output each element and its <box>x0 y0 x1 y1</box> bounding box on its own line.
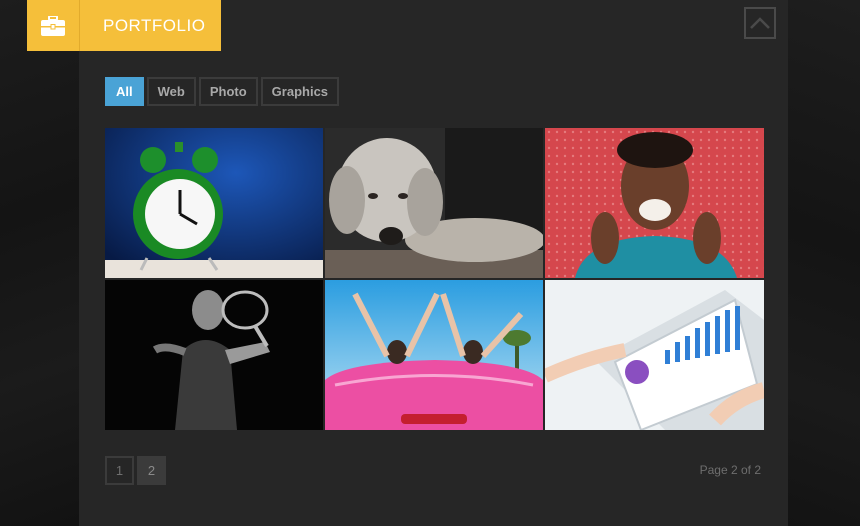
pagination: 1 2 <box>105 456 166 485</box>
portfolio-item-tablet-chart[interactable] <box>545 280 764 430</box>
excited-woman-photo <box>545 128 764 278</box>
portfolio-item-tennis-player[interactable] <box>105 280 323 430</box>
portfolio-badge: PORTFOLIO <box>27 0 221 51</box>
portfolio-grid <box>105 128 764 430</box>
page-1-button[interactable]: 1 <box>105 456 134 485</box>
portfolio-filters: All Web Photo Graphics <box>105 77 340 106</box>
filter-graphics-button[interactable]: Graphics <box>260 77 340 106</box>
convertible-car-photo <box>325 280 543 430</box>
tablet-chart-photo <box>545 280 764 430</box>
page-title: PORTFOLIO <box>103 15 206 35</box>
filter-web-button[interactable]: Web <box>146 77 196 106</box>
portfolio-item-dog[interactable] <box>325 128 543 278</box>
briefcase-icon <box>27 0 80 51</box>
scroll-top-button[interactable] <box>744 7 776 39</box>
portfolio-item-excited-woman[interactable] <box>545 128 764 278</box>
filter-photo-button[interactable]: Photo <box>198 77 258 106</box>
alarm-clock-photo <box>105 128 323 278</box>
portfolio-item-alarm-clock[interactable] <box>105 128 323 278</box>
filter-all-button[interactable]: All <box>105 77 144 106</box>
chevron-up-icon <box>750 17 770 29</box>
page-2-button[interactable]: 2 <box>137 456 166 485</box>
dog-photo <box>325 128 543 278</box>
background-left <box>0 0 79 526</box>
background-right <box>788 0 860 526</box>
tennis-player-photo <box>105 280 323 430</box>
page-status: Page 2 of 2 <box>699 463 761 477</box>
portfolio-item-convertible[interactable] <box>325 280 543 430</box>
